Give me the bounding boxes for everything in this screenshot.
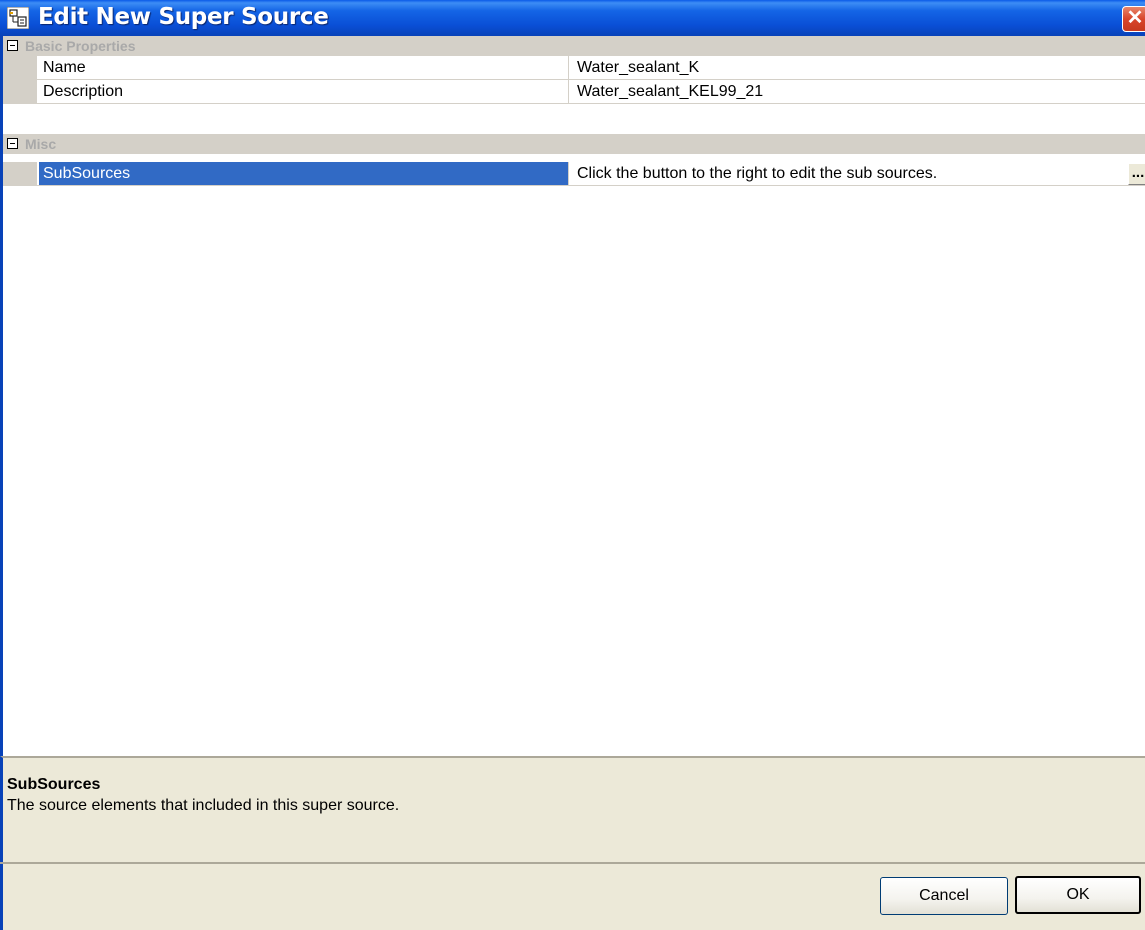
property-name[interactable]: SubSources	[39, 162, 569, 185]
property-value[interactable]: Click the button to the right to edit th…	[570, 162, 1130, 185]
description-pane: SubSources The source elements that incl…	[0, 756, 1145, 864]
title-bar[interactable]: Edit New Super Source ✕	[0, 0, 1145, 36]
property-row-description[interactable]: Description Water_sealant_KEL99_21	[3, 80, 1145, 104]
close-button[interactable]: ✕	[1122, 6, 1145, 32]
property-row-subsources[interactable]: SubSources Click the button to the right…	[3, 162, 1145, 186]
description-title: SubSources	[7, 776, 101, 793]
collapse-icon[interactable]	[7, 138, 18, 149]
property-value-input[interactable]: Water_sealant_K	[570, 56, 1130, 79]
property-grid: Basic Properties Name Water_sealant_K De…	[0, 36, 1145, 756]
cancel-button[interactable]: Cancel	[880, 877, 1008, 915]
row-margin	[3, 80, 37, 104]
property-row-name[interactable]: Name Water_sealant_K	[3, 56, 1145, 80]
property-value-input[interactable]: Water_sealant_KEL99_21	[570, 80, 1130, 103]
row-margin	[3, 162, 37, 186]
property-name[interactable]: Description	[39, 80, 569, 103]
category-basic-properties[interactable]: Basic Properties	[3, 36, 1145, 56]
collapse-icon[interactable]	[7, 40, 18, 51]
window-title: Edit New Super Source	[38, 4, 329, 30]
close-icon: ✕	[1126, 7, 1144, 29]
app-icon	[7, 7, 29, 29]
ok-button[interactable]: OK	[1015, 876, 1141, 914]
category-label: Misc	[25, 136, 57, 152]
edit-super-source-dialog: Edit New Super Source ✕ Basic Properties…	[0, 0, 1145, 930]
property-name[interactable]: Name	[39, 56, 569, 79]
edit-subsources-button[interactable]: ...	[1128, 163, 1145, 185]
category-misc[interactable]: Misc	[3, 134, 1145, 154]
category-label: Basic Properties	[25, 38, 136, 54]
row-margin	[3, 56, 37, 80]
description-text: The source elements that included in thi…	[7, 797, 400, 814]
